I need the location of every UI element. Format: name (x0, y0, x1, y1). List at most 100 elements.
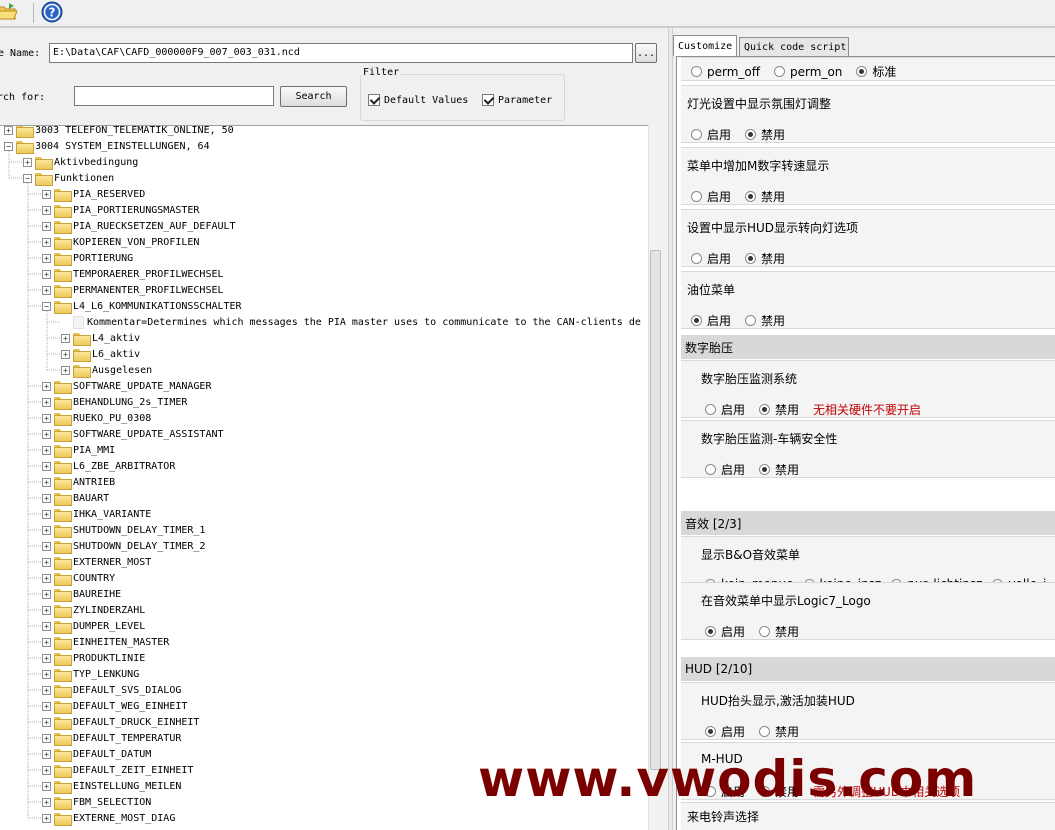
radio-button-icon[interactable] (745, 191, 757, 202)
radio-button-icon[interactable] (759, 464, 771, 475)
radio-option[interactable]: perm_off (691, 65, 760, 79)
tree-node[interactable]: + BAUART (42, 490, 109, 506)
tree-node[interactable]: + Aktivbedingung (23, 154, 138, 170)
search-button[interactable]: Search (280, 86, 347, 107)
expand-icon[interactable]: + (42, 445, 51, 455)
tree-node[interactable]: − 3004 SYSTEM_EINSTELLUNGEN, 64 (4, 138, 210, 154)
radio-button-icon[interactable] (691, 191, 702, 202)
radio-button-icon[interactable] (774, 66, 786, 77)
group-header[interactable]: 音效 [2/3] (681, 511, 1055, 535)
tree-node[interactable]: + RUEKO_PU_0308 (42, 410, 151, 426)
expand-icon[interactable]: + (42, 477, 51, 487)
tree-node[interactable]: + DEFAULT_WEG_EINHEIT (42, 698, 187, 714)
expand-icon[interactable]: + (23, 157, 32, 167)
tree-node[interactable]: + L4_aktiv (61, 330, 140, 346)
browse-button[interactable]: ... (635, 43, 657, 63)
radio-option[interactable]: 禁用 (759, 401, 799, 418)
default-values-checkbox[interactable]: Default Values (368, 94, 468, 106)
tree-node[interactable]: + L6_aktiv (61, 346, 140, 362)
expand-icon[interactable]: + (42, 765, 51, 775)
expand-icon[interactable]: + (42, 669, 51, 679)
expand-icon[interactable]: + (42, 813, 51, 823)
tree-scrollbar-thumb[interactable] (650, 250, 661, 770)
open-folder-icon[interactable] (0, 1, 18, 23)
expand-icon[interactable]: + (42, 461, 51, 471)
tree-node[interactable]: + PORTIERUNG (42, 250, 133, 266)
radio-button-icon[interactable] (705, 726, 716, 737)
expand-icon[interactable]: + (42, 397, 51, 407)
expand-icon[interactable]: + (42, 525, 51, 535)
tree-node[interactable]: + TYP_LENKUNG (42, 666, 139, 682)
tree-node[interactable]: + DUMPER_LEVEL (42, 618, 145, 634)
tree-node[interactable]: + L6_ZBE_ARBITRATOR (42, 458, 175, 474)
radio-option[interactable]: 启用 (705, 401, 745, 418)
radio-option[interactable]: 禁用 (759, 623, 799, 640)
collapse-icon[interactable]: − (23, 173, 32, 183)
expand-icon[interactable]: + (42, 621, 51, 631)
expand-icon[interactable]: + (42, 541, 51, 551)
expand-icon[interactable]: + (42, 749, 51, 759)
radio-option[interactable]: 标准 (856, 63, 896, 80)
expand-icon[interactable]: + (42, 429, 51, 439)
expand-icon[interactable]: + (61, 333, 70, 343)
expand-icon[interactable]: + (42, 781, 51, 791)
collapse-icon[interactable]: − (42, 301, 51, 311)
tree-node[interactable]: + BEHANDLUNG_2s_TIMER (42, 394, 187, 410)
tree-node[interactable]: + PIA_RESERVED (42, 186, 145, 202)
radio-button-icon[interactable] (705, 626, 716, 637)
tree-node[interactable]: + SHUTDOWN_DELAY_TIMER_1 (42, 522, 205, 538)
expand-icon[interactable]: + (61, 349, 70, 359)
help-icon[interactable]: ? (41, 1, 63, 23)
tree-node[interactable]: + IHKA_VARIANTE (42, 506, 151, 522)
expand-icon[interactable]: + (42, 653, 51, 663)
tree-node[interactable]: + KOPIEREN_VON_PROFILEN (42, 234, 199, 250)
tree-node[interactable]: + ZYLINDERZAHL (42, 602, 145, 618)
group-header[interactable]: HUD [2/10] (681, 657, 1055, 681)
radio-option[interactable]: 启用 (691, 312, 731, 329)
tree-node[interactable]: +3003 TELEFON_TELEMATIK_ONLINE, 50 (4, 126, 234, 138)
expand-icon[interactable]: + (4, 126, 13, 135)
search-input[interactable] (74, 86, 274, 106)
radio-option[interactable]: 禁用 (745, 312, 785, 329)
tree-node[interactable]: + Ausgelesen (61, 362, 152, 378)
expand-icon[interactable]: + (42, 493, 51, 503)
tab-customize[interactable]: Customize (673, 35, 737, 56)
radio-button-icon[interactable] (856, 66, 868, 77)
radio-option[interactable]: 禁用 (745, 188, 785, 205)
radio-button-icon[interactable] (759, 404, 771, 415)
tree-node[interactable]: + PIA_MMI (42, 442, 115, 458)
tree-node[interactable]: + SHUTDOWN_DELAY_TIMER_2 (42, 538, 205, 554)
tree-node[interactable]: + DEFAULT_SVS_DIALOG (42, 682, 181, 698)
tree-node[interactable]: + PERMANENTER_PROFILWECHSEL (42, 282, 224, 298)
radio-option[interactable]: 启用 (705, 623, 745, 640)
radio-option[interactable]: 禁用 (745, 126, 785, 143)
radio-option[interactable]: 禁用 (759, 461, 799, 478)
expand-icon[interactable]: + (42, 237, 51, 247)
radio-button-icon[interactable] (759, 626, 771, 637)
radio-option[interactable]: 禁用 (745, 250, 785, 267)
tree-node[interactable]: − Funktionen (23, 170, 114, 186)
radio-option[interactable]: perm_on (774, 65, 842, 79)
expand-icon[interactable]: + (42, 637, 51, 647)
radio-option[interactable]: 启用 (705, 461, 745, 478)
tree-node[interactable]: + DEFAULT_TEMPERATUR (42, 730, 181, 746)
tree-node[interactable]: + ANTRIEB (42, 474, 115, 490)
tree-node[interactable]: + SOFTWARE_UPDATE_MANAGER (42, 378, 211, 394)
tree-node[interactable]: + PIA_PORTIERUNGSMASTER (42, 202, 199, 218)
parameter-checkbox[interactable]: Parameter (482, 94, 552, 106)
expand-icon[interactable]: + (42, 189, 51, 199)
collapse-icon[interactable]: − (4, 141, 13, 151)
radio-button-icon[interactable] (691, 66, 702, 77)
tree-comment-item[interactable]: Kommentar=Determines which messages the … (61, 314, 641, 330)
tree-node[interactable]: − L4_L6_KOMMUNIKATIONSSCHALTER (42, 298, 242, 314)
radio-button-icon[interactable] (691, 253, 702, 264)
radio-button-icon[interactable] (745, 315, 757, 326)
tab-quick-code-script[interactable]: Quick code script (739, 37, 849, 56)
radio-option[interactable]: 启用 (691, 188, 731, 205)
tree-node[interactable]: + FBM_SELECTION (42, 794, 151, 810)
expand-icon[interactable]: + (42, 253, 51, 263)
tree-node[interactable]: + EXTERNE_MOST_DIAG (42, 810, 175, 826)
tree-scrollbar[interactable] (648, 125, 662, 830)
expand-icon[interactable]: + (42, 381, 51, 391)
radio-button-icon[interactable] (691, 315, 702, 326)
